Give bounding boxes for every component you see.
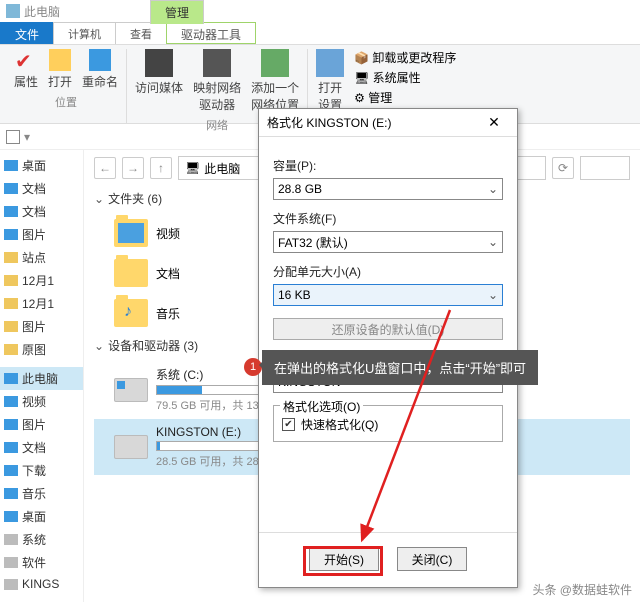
drive-name: KINGSTON (E:)	[156, 425, 268, 439]
filesystem-combo[interactable]: FAT32 (默认)⌄	[273, 231, 503, 253]
chevron-down-icon: ⌄	[94, 339, 104, 353]
ribbon-properties[interactable]: ✔属性	[14, 49, 38, 90]
drive-free: 79.5 GB 可用，共 130	[156, 397, 266, 413]
sidebar-item[interactable]: 系统	[0, 528, 83, 551]
tab-manage[interactable]: 管理	[150, 0, 204, 24]
sidebar-item[interactable]: 图片	[0, 413, 83, 436]
group-label: 格式化选项(O)	[280, 398, 363, 415]
sidebar-item[interactable]: 文档	[0, 177, 83, 200]
pc-icon	[6, 4, 20, 18]
highlight-box	[303, 546, 383, 576]
nav-fwd[interactable]: →	[122, 157, 144, 179]
sidebar-item[interactable]: 12月1	[0, 292, 83, 315]
sidebar-item[interactable]: 音乐	[0, 482, 83, 505]
folder-icon	[114, 219, 148, 247]
ribbon-uninstall[interactable]: 📦 卸载或更改程序	[354, 49, 456, 66]
sidebar: 桌面 文档 文档 图片 站点 12月1 12月1 图片 原图 此电脑 视频 图片…	[0, 150, 84, 602]
sidebar-item[interactable]: 图片	[0, 315, 83, 338]
folder-icon	[114, 259, 148, 287]
search-input[interactable]	[580, 156, 630, 180]
window-titlebar: 此电脑	[0, 0, 640, 22]
restore-defaults-button[interactable]: 还原设备的默认值(D)	[273, 318, 503, 340]
ribbon-access-media[interactable]: 访问媒体	[135, 49, 183, 113]
sidebar-item[interactable]: 文档	[0, 436, 83, 459]
sidebar-item[interactable]: 软件	[0, 551, 83, 574]
capacity-label: 容量(P):	[273, 157, 503, 174]
dropdown-icon[interactable]: ▾	[24, 130, 30, 144]
watermark: 头条 @数据蛙软件	[532, 581, 632, 598]
filesystem-label: 文件系统(F)	[273, 210, 503, 227]
dialog-titlebar: 格式化 KINGSTON (E:) ✕	[259, 109, 517, 137]
ribbon-sysprops[interactable]: 🖥 系统属性	[354, 69, 456, 86]
drive-icon	[114, 435, 148, 459]
annotation-callout: 在弹出的格式化U盘窗口中，点击“开始”即可	[262, 350, 538, 385]
dialog-title: 格式化 KINGSTON (E:)	[267, 114, 479, 131]
nav-refresh[interactable]: ⟳	[552, 157, 574, 179]
contextual-tab-group: 管理	[150, 0, 203, 24]
chevron-down-icon: ⌄	[488, 182, 498, 196]
sidebar-item[interactable]: 站点	[0, 246, 83, 269]
sidebar-item[interactable]: KINGS	[0, 574, 83, 594]
ribbon-group-label: 位置	[55, 94, 77, 110]
sidebar-item[interactable]: 文档	[0, 200, 83, 223]
allocation-label: 分配单元大小(A)	[273, 263, 503, 280]
checkbox-icon: ✔	[282, 418, 295, 431]
capacity-bar	[156, 441, 266, 451]
chevron-down-icon: ⌄	[488, 235, 498, 249]
dialog-buttons: 开始(S) 关闭(C)	[259, 532, 517, 587]
drive-icon	[114, 378, 148, 402]
quick-format-checkbox[interactable]: ✔ 快速格式化(Q)	[282, 416, 494, 433]
ribbon-add-location[interactable]: 添加一个 网络位置	[251, 49, 299, 113]
nav-back[interactable]: ←	[94, 157, 116, 179]
pc-icon: 🖥	[185, 161, 200, 175]
sidebar-item[interactable]: 图片	[0, 223, 83, 246]
capacity-combo[interactable]: 28.8 GB⌄	[273, 178, 503, 200]
allocation-combo[interactable]: 16 KB⌄	[273, 284, 503, 306]
chevron-down-icon: ⌄	[488, 288, 498, 302]
ribbon-manage[interactable]: ⚙ 管理	[354, 89, 456, 106]
sidebar-item[interactable]: 桌面	[0, 154, 83, 177]
select-all-checkbox[interactable]	[6, 130, 20, 144]
sidebar-item[interactable]: 视频	[0, 390, 83, 413]
drive-free: 28.5 GB 可用，共 28.8	[156, 453, 268, 469]
sidebar-this-pc[interactable]: 此电脑	[0, 367, 83, 390]
ribbon-open[interactable]: 打开	[48, 49, 72, 90]
format-options-group: 格式化选项(O) ✔ 快速格式化(Q)	[273, 405, 503, 442]
close-dialog-button[interactable]: 关闭(C)	[397, 547, 467, 571]
tab-driver-tools[interactable]: 驱动器工具	[166, 22, 256, 44]
ribbon-map-drive[interactable]: 映射网络 驱动器	[193, 49, 241, 113]
sidebar-item[interactable]: 原图	[0, 338, 83, 361]
sidebar-item[interactable]: 12月1	[0, 269, 83, 292]
tab-computer[interactable]: 计算机	[53, 22, 116, 44]
ribbon-tabs: 文件 计算机 查看 驱动器工具	[0, 22, 640, 44]
chevron-down-icon: ⌄	[94, 192, 104, 206]
ribbon-open-settings[interactable]: 打开 设置	[316, 49, 344, 113]
capacity-bar	[156, 385, 266, 395]
close-button[interactable]: ✕	[479, 114, 509, 131]
ribbon-group-label: 网络	[206, 117, 228, 133]
sidebar-item[interactable]: 桌面	[0, 505, 83, 528]
window-title: 此电脑	[24, 3, 60, 20]
format-dialog: 格式化 KINGSTON (E:) ✕ 容量(P): 28.8 GB⌄ 文件系统…	[258, 108, 518, 588]
tab-view[interactable]: 查看	[115, 22, 167, 44]
tab-file[interactable]: 文件	[0, 22, 54, 44]
address-text: 此电脑	[204, 160, 240, 177]
nav-up[interactable]: ↑	[150, 157, 172, 179]
folder-icon	[114, 299, 148, 327]
ribbon-group-location: ✔属性 打开 重命名 位置	[6, 49, 127, 123]
sidebar-item[interactable]: 下载	[0, 459, 83, 482]
ribbon-rename[interactable]: 重命名	[82, 49, 118, 90]
